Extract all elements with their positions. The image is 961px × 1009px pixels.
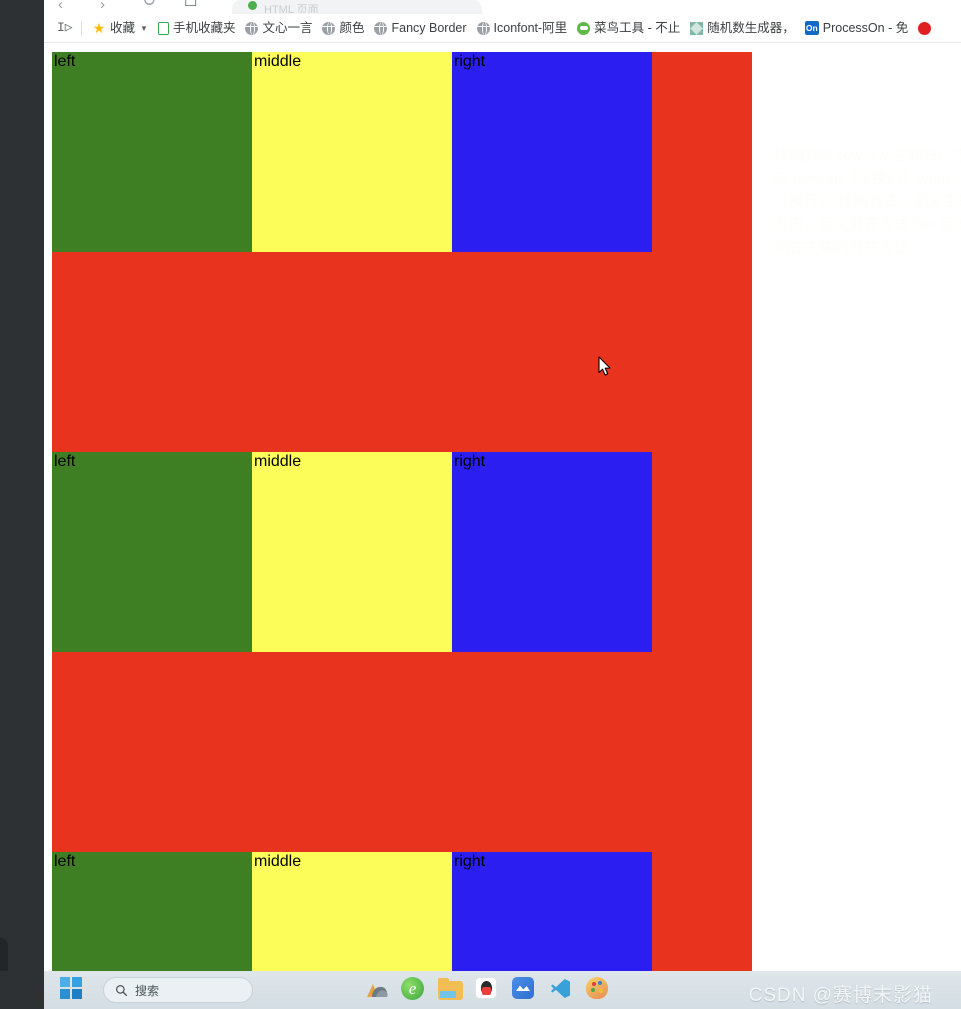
flex-row: left middle right <box>52 452 652 652</box>
flex-box-middle: middle <box>252 852 452 971</box>
bookmark-label: Iconfont-阿里 <box>493 20 568 35</box>
bookmark-wenxin[interactable]: 文心一言 <box>240 19 317 38</box>
cainiao-icon <box>577 22 591 35</box>
paint-icon <box>586 977 608 999</box>
flex-box-right: right <box>452 452 652 652</box>
forward-icon[interactable]: › <box>100 0 105 12</box>
flex-container: left middle right left middle right left… <box>52 52 752 971</box>
chevron-down-icon[interactable]: ▼ <box>140 24 148 33</box>
flex-box-middle: middle <box>252 452 452 652</box>
back-icon[interactable]: ‹ <box>58 0 63 12</box>
qq-icon <box>475 977 497 999</box>
bookmark-fancy-border[interactable]: Fancy Border <box>369 19 471 38</box>
bookmarks-bar[interactable]: I▷ ★ 收藏 ▼ 手机收藏夹 文心一言 颜色 Fancy Border Ico… <box>44 14 961 43</box>
pinned-app-weather[interactable] <box>364 977 390 1003</box>
pinned-app-vscode[interactable] <box>549 977 575 1003</box>
bookmark-random-number[interactable]: 随机数生成器， <box>685 19 800 38</box>
bookmark-reading-list[interactable]: I▷ <box>52 19 76 37</box>
faint-background-text: 排列方向 row（从左到右）方向 nowrap（不换行）wrap（换行） 排列方… <box>774 147 961 256</box>
flex-box-left: left <box>52 452 252 652</box>
bookmark-label: 菜鸟工具 - 不止 <box>594 20 681 35</box>
search-icon <box>116 984 128 996</box>
tab-title: HTML 页面 <box>264 4 319 13</box>
reload-icon[interactable]: ↻ <box>142 0 156 9</box>
bookmark-label: Fancy Border <box>391 20 467 35</box>
browser-tab[interactable]: HTML 页面 <box>232 0 482 14</box>
bookmark-label: 手机收藏夹 <box>172 20 236 35</box>
globe-icon <box>476 22 490 35</box>
vscode-icon <box>549 977 572 1000</box>
browser-toolbar-sliver: ‹ › ↻ ☐ HTML 页面 <box>44 0 961 14</box>
pinned-app-feishu[interactable] <box>512 977 538 1003</box>
flex-row: left middle right <box>52 852 652 971</box>
pinned-app-paint[interactable] <box>586 977 612 1003</box>
globe-icon <box>322 22 336 35</box>
tab-favicon-icon <box>248 1 257 10</box>
bookmark-cainiao[interactable]: 菜鸟工具 - 不止 <box>572 19 685 38</box>
processon-icon: On <box>804 21 819 35</box>
flex-box-right: right <box>452 52 652 252</box>
taskbar-search-placeholder: 搜索 <box>135 983 160 998</box>
bookmark-label: 颜色 <box>339 20 365 35</box>
pinned-app-explorer[interactable] <box>438 977 464 1003</box>
feishu-icon <box>512 977 534 999</box>
browser-chrome: ‹ › ↻ ☐ HTML 页面 I▷ ★ 收藏 ▼ 手机收藏夹 文心一言 颜色 <box>0 0 961 44</box>
bookmark-label: 随机数生成器， <box>707 20 795 35</box>
window-side-strip <box>0 0 44 984</box>
globe-icon <box>245 22 259 35</box>
bookmark-label: ProcessOn - 免 <box>822 20 909 35</box>
taskbar-search-box[interactable]: 搜索 <box>103 977 253 1003</box>
globe-icon <box>374 22 388 35</box>
bookmark-last[interactable] <box>913 19 936 37</box>
windows-taskbar: 搜索 CSDN @赛博末影猫 <box>0 971 961 1009</box>
bookmark-label: 文心一言 <box>262 20 313 35</box>
reading-list-icon: I▷ <box>57 20 73 35</box>
flex-box-left: left <box>52 52 252 252</box>
flex-box-right: right <box>452 852 652 971</box>
taskbar-left-pad <box>0 971 44 1009</box>
bookmark-label: 收藏 <box>110 20 136 35</box>
pinned-app-ie[interactable] <box>401 977 427 1003</box>
weather-icon <box>367 984 388 997</box>
bookmark-folder-mobile[interactable]: 手机收藏夹 <box>153 19 241 38</box>
bookmark-processon[interactable]: On ProcessOn - 免 <box>800 19 913 38</box>
taskbar-icon-group: 搜索 <box>44 977 612 1003</box>
start-button[interactable] <box>60 977 86 1003</box>
star-icon: ★ <box>92 20 106 36</box>
bookmarks-separator <box>81 20 82 36</box>
diamond-icon <box>690 22 704 35</box>
flex-box-middle: middle <box>252 52 452 252</box>
phone-icon <box>157 22 169 35</box>
flex-box-left: left <box>52 852 252 971</box>
red-circle-icon <box>918 22 932 35</box>
folder-icon <box>438 977 463 1000</box>
flex-row: left middle right <box>52 52 652 252</box>
bookmark-folder-favorites[interactable]: ★ 收藏 ▼ <box>87 19 153 38</box>
csdn-watermark: CSDN @赛博末影猫 <box>748 985 933 1006</box>
pinned-app-qq[interactable] <box>475 977 501 1003</box>
bookmark-color[interactable]: 颜色 <box>317 19 369 38</box>
windows-logo-icon <box>60 977 82 999</box>
home-icon[interactable]: ☐ <box>184 0 197 9</box>
page-viewport: 排列方向 row（从左到右）方向 nowrap（不换行）wrap（换行） 排列方… <box>44 44 961 971</box>
bookmark-iconfont[interactable]: Iconfont-阿里 <box>472 19 573 38</box>
ie-browser-icon <box>401 977 424 1000</box>
